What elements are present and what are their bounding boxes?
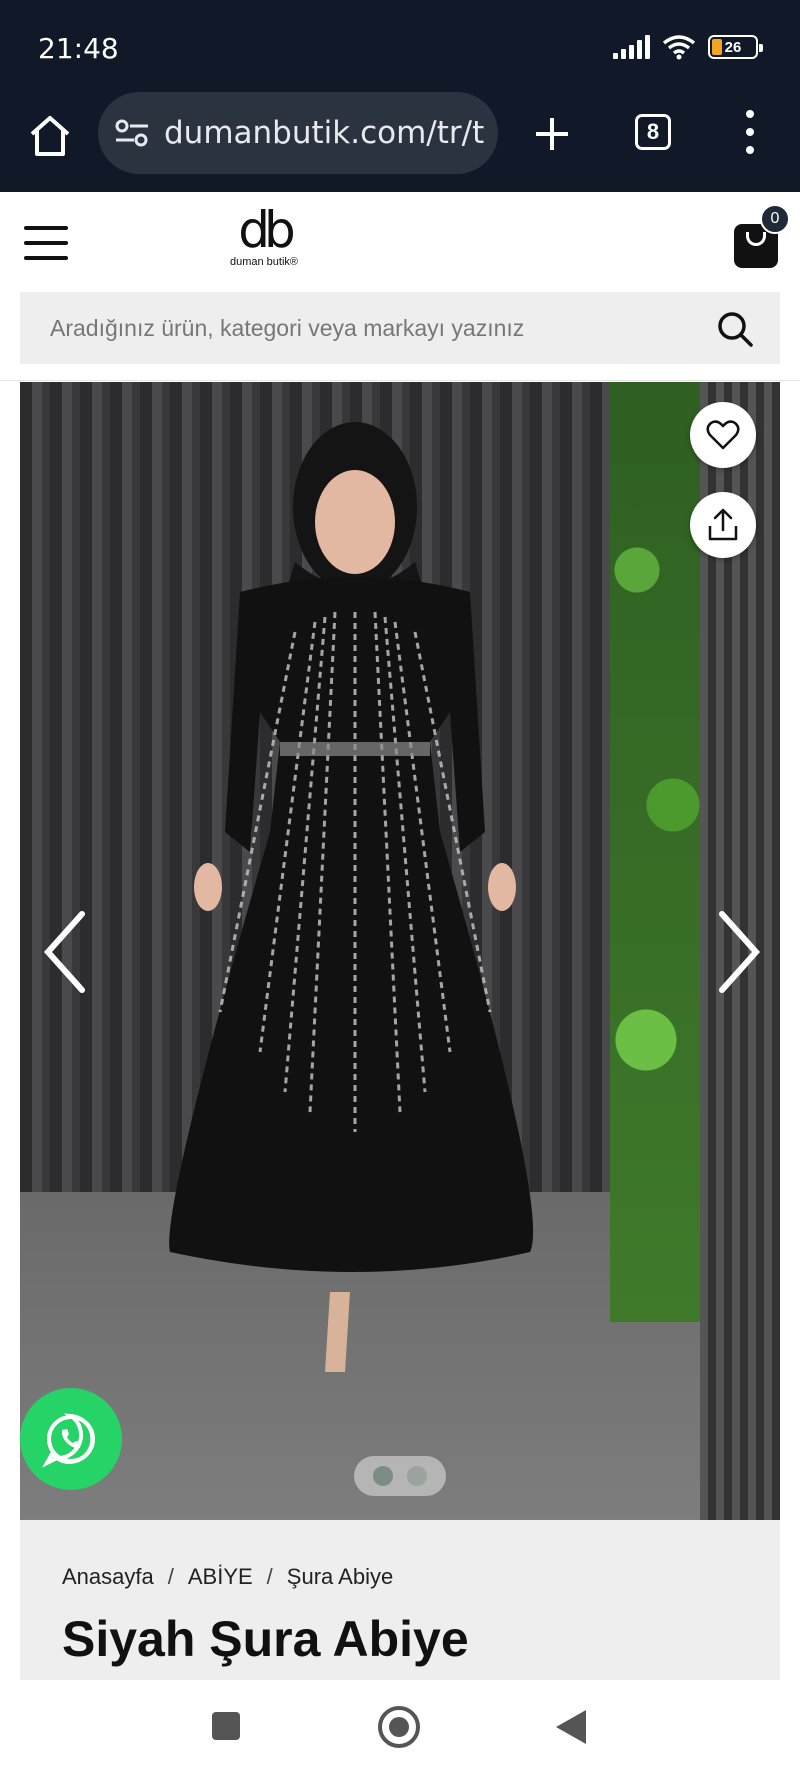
site-logo[interactable]: db duman butik® [222, 201, 306, 268]
new-tab-icon[interactable] [532, 114, 572, 154]
tab-switcher-button[interactable]: 8 [635, 114, 671, 150]
pagination-dot[interactable] [373, 1466, 393, 1486]
back-icon[interactable] [556, 1710, 586, 1744]
logo-mark: db [238, 201, 295, 259]
menu-icon[interactable] [24, 226, 68, 260]
breadcrumb: Anasayfa / ABİYE / Şura Abiye [62, 1564, 393, 1590]
address-bar[interactable]: dumanbutik.com/tr/tr/ [98, 92, 498, 174]
home-icon[interactable] [26, 112, 74, 160]
heart-icon [706, 420, 740, 450]
breadcrumb-current[interactable]: Şura Abiye [287, 1564, 393, 1590]
breadcrumb-separator: / [167, 1564, 174, 1589]
product-image[interactable] [20, 382, 700, 1520]
gallery-pagination [354, 1456, 446, 1496]
breadcrumb-category[interactable]: ABİYE [188, 1564, 253, 1590]
search-input[interactable] [20, 314, 700, 342]
whatsapp-icon [42, 1413, 95, 1468]
gallery-prev-arrow-icon[interactable] [34, 902, 94, 1002]
share-icon [708, 508, 738, 541]
system-nav-bar [0, 1680, 800, 1777]
search-bar [20, 292, 780, 364]
browser-toolbar: dumanbutik.com/tr/tr/ 8 [0, 92, 800, 192]
more-menu-icon[interactable] [740, 110, 760, 154]
product-title: Siyah Şura Abiye [62, 1611, 469, 1667]
favorite-button[interactable] [690, 402, 756, 468]
status-time: 21:48 [38, 32, 119, 65]
site-settings-icon[interactable] [114, 118, 150, 148]
home-button-icon[interactable] [378, 1706, 420, 1748]
recent-apps-icon[interactable] [212, 1712, 240, 1740]
search-icon[interactable] [716, 310, 754, 348]
breadcrumb-home[interactable]: Anasayfa [62, 1564, 154, 1590]
logo-name: duman butik® [229, 256, 299, 268]
status-bar: 21:48 26 [0, 0, 800, 92]
gallery-next-arrow-icon[interactable] [710, 902, 770, 1002]
breadcrumb-separator: / [266, 1564, 273, 1589]
share-button[interactable] [690, 492, 756, 558]
status-icons: 26 [613, 34, 763, 60]
product-info: Anasayfa / ABİYE / Şura Abiye Siyah Şura… [20, 1520, 780, 1680]
whatsapp-button[interactable] [20, 1388, 122, 1490]
pagination-dot[interactable] [407, 1466, 427, 1486]
product-gallery[interactable] [20, 382, 780, 1520]
cart-count-badge: 0 [760, 204, 790, 234]
signal-icon [613, 35, 650, 59]
site-header: db duman butik® 0 [0, 192, 800, 292]
battery-level: 26 [724, 38, 742, 56]
dress-figure [169, 422, 534, 1372]
wifi-icon [662, 35, 696, 60]
battery-icon: 26 [708, 35, 763, 59]
header-divider [0, 380, 800, 381]
url-text[interactable]: dumanbutik.com/tr/tr/ [164, 115, 484, 151]
